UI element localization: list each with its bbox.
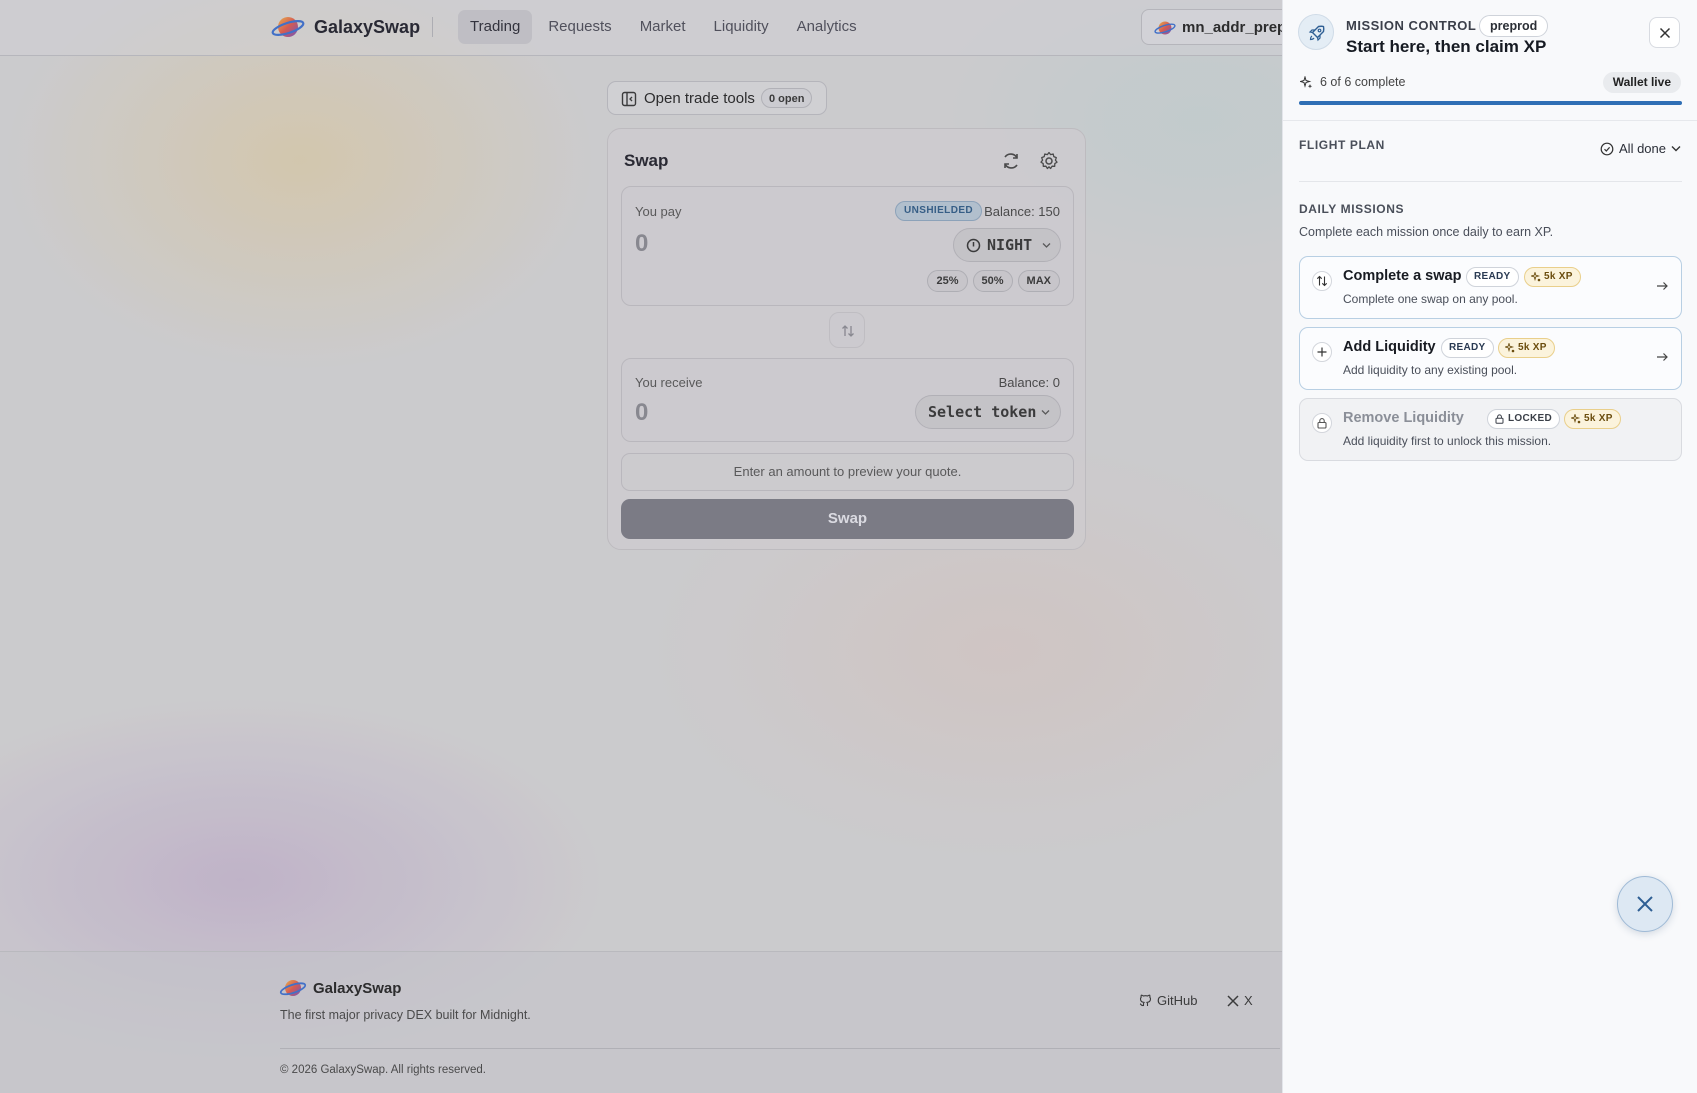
mission-complete-swap[interactable]: Complete a swap READY 5k XP Complete one…	[1299, 256, 1682, 319]
flight-plan-heading: FLIGHT PLAN	[1299, 138, 1385, 152]
panel-eyebrow: MISSION CONTROL	[1346, 18, 1477, 33]
mission-remove-liquidity: Remove Liquidity LOCKED 5k XP Add liquid…	[1299, 398, 1682, 461]
mission-xp-chip: 5k XP	[1524, 267, 1581, 287]
swap-vertical-icon	[1316, 275, 1328, 287]
rocket-icon	[1308, 25, 1325, 42]
plus-icon	[1317, 347, 1327, 357]
mission-icon-wrap	[1312, 413, 1332, 433]
mission-title: Complete a swap	[1343, 268, 1462, 284]
mission-description: Add liquidity first to unlock this missi…	[1343, 434, 1552, 448]
progress-count: 6 of 6 complete	[1320, 75, 1406, 89]
check-circle-icon	[1600, 142, 1614, 155]
mission-xp-label: 5k XP	[1544, 271, 1573, 282]
mission-xp-label: 5k XP	[1584, 413, 1613, 424]
sparkles-icon	[1505, 343, 1515, 353]
sparkles-icon	[1571, 414, 1581, 424]
daily-missions-heading: DAILY MISSIONS	[1299, 202, 1405, 216]
progress-summary: 6 of 6 complete	[1300, 75, 1405, 89]
mission-status-chip: READY	[1466, 267, 1519, 287]
panel-divider	[1283, 120, 1697, 121]
mission-xp-chip: 5k XP	[1498, 338, 1555, 358]
panel-close-button[interactable]	[1649, 17, 1680, 48]
mission-status-chip: LOCKED	[1487, 409, 1561, 429]
mission-icon-wrap	[1312, 271, 1332, 291]
sparkles-icon	[1300, 75, 1313, 88]
arrow-right-icon	[1657, 282, 1668, 290]
mission-title: Add Liquidity	[1343, 339, 1436, 355]
chevron-down-icon	[1671, 146, 1681, 152]
lock-icon	[1317, 418, 1327, 429]
wallet-status-badge: Wallet live	[1602, 72, 1681, 93]
environment-badge: preprod	[1479, 15, 1549, 37]
progress-bar-fill	[1299, 101, 1682, 105]
close-mission-control-fab[interactable]	[1617, 876, 1673, 932]
mission-title: Remove Liquidity	[1343, 410, 1464, 426]
lock-icon	[1495, 414, 1504, 424]
arrow-right-icon	[1657, 353, 1668, 361]
mission-xp-chip: 5k XP	[1564, 409, 1621, 429]
close-icon	[1637, 896, 1653, 912]
progress-bar	[1299, 101, 1682, 105]
mission-add-liquidity[interactable]: Add Liquidity READY 5k XP Add liquidity …	[1299, 327, 1682, 390]
flight-plan-toggle[interactable]: All done	[1600, 141, 1681, 156]
sparkles-icon	[1531, 272, 1541, 282]
mission-xp-label: 5k XP	[1518, 342, 1547, 353]
mission-icon-wrap	[1312, 342, 1332, 362]
flight-plan-status: All done	[1619, 141, 1666, 156]
flight-plan-divider	[1299, 181, 1682, 182]
mission-status-label: LOCKED	[1508, 413, 1553, 424]
panel-title: Start here, then claim XP	[1346, 37, 1547, 56]
rocket-badge	[1298, 14, 1334, 50]
daily-missions-subtitle: Complete each mission once daily to earn…	[1299, 225, 1554, 239]
mission-description: Complete one swap on any pool.	[1343, 292, 1518, 306]
mission-status-chip: READY	[1441, 338, 1494, 358]
mission-description: Add liquidity to any existing pool.	[1343, 363, 1518, 377]
close-icon	[1659, 27, 1671, 39]
